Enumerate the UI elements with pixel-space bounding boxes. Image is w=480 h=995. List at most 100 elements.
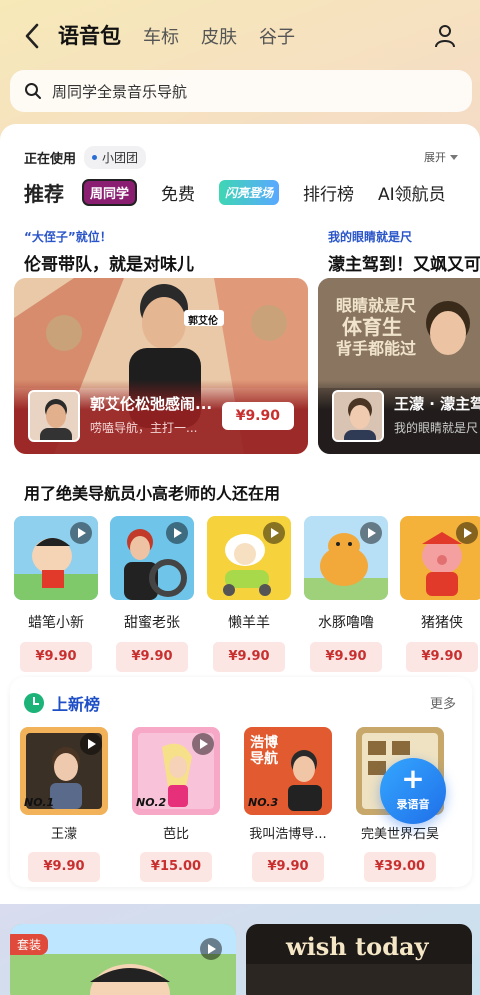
- tab-skin[interactable]: 皮肤: [201, 23, 237, 49]
- in-use-row: 正在使用 小团团: [24, 146, 147, 169]
- new-list-header: 上新榜: [24, 691, 100, 715]
- new-list-thumb: NO.2: [132, 727, 220, 815]
- also-used-name: 甜蜜老张: [124, 615, 180, 631]
- play-icon[interactable]: [192, 733, 214, 755]
- new-list-more-link[interactable]: 更多: [430, 693, 456, 712]
- category-ranking[interactable]: 排行榜: [303, 180, 354, 205]
- record-voice-button[interactable]: + 录语音: [380, 758, 446, 824]
- play-icon[interactable]: [456, 522, 478, 544]
- promo-2-banner-subtitle: 我的眼睛就是尺: [394, 421, 479, 435]
- also-used-thumb: [14, 516, 98, 600]
- also-used-price[interactable]: ¥9.90: [116, 642, 188, 672]
- search-icon: [25, 83, 41, 99]
- also-used-thumb: [207, 516, 291, 600]
- also-used-name: 蜡笔小新: [28, 615, 84, 631]
- category-zhou-tongxue[interactable]: 周同学: [82, 179, 138, 206]
- user-profile-icon[interactable]: [434, 24, 456, 48]
- also-used-name: 猪猪侠: [421, 615, 463, 631]
- category-free[interactable]: 免费: [161, 180, 195, 205]
- bottom-feed-row: 套装 wish today: [10, 924, 472, 995]
- new-list-art-text: 浩博 导航: [250, 735, 278, 767]
- plus-icon: +: [401, 762, 425, 795]
- new-list-price[interactable]: ¥9.90: [28, 852, 100, 882]
- play-icon[interactable]: [360, 522, 382, 544]
- also-used-item[interactable]: 甜蜜老张 ¥9.90: [110, 516, 194, 672]
- promo-1-heading: “大侄子”就位！ 伦哥带队，就是对味儿: [24, 228, 194, 275]
- play-icon[interactable]: [80, 733, 102, 755]
- promo-2-art-line-3: 背手都能过: [336, 339, 417, 359]
- also-used-price[interactable]: ¥9.90: [20, 642, 92, 672]
- also-used-item[interactable]: 蜡笔小新 ¥9.90: [14, 516, 98, 672]
- also-used-price[interactable]: ¥9.90: [213, 642, 285, 672]
- tab-merch[interactable]: 谷子: [259, 23, 295, 49]
- promo-2-banner[interactable]: 眼睛就是尺 体育生 背手都能过 王濛 · 濛主驾 我的眼睛就是尺: [318, 278, 480, 454]
- also-used-item[interactable]: 懒羊羊 ¥9.90: [207, 516, 291, 672]
- promo-2-avatar: [332, 390, 384, 442]
- also-used-price[interactable]: ¥9.90: [310, 642, 382, 672]
- category-tabs: 推荐 周同学 免费 闪亮登场 排行榜 AI领航员: [24, 178, 470, 207]
- promo-1-banner[interactable]: 郭艾伦 郭艾伦松弛感闹... 唠嗑导航，主打一... ¥9.90: [14, 278, 308, 454]
- rank-badge: NO.2: [136, 796, 167, 809]
- promo-2-art-line-2: 体育生: [342, 315, 402, 340]
- category-debut[interactable]: 闪亮登场: [219, 180, 280, 205]
- current-voice-chip[interactable]: 小团团: [84, 146, 147, 169]
- new-list-item[interactable]: NO.2 芭比 ¥15.00: [132, 727, 220, 882]
- new-list-thumb: NO.1: [20, 727, 108, 815]
- new-list-name: 我叫浩博导...: [249, 827, 327, 842]
- promo-2-title: 濛主驾到！又飒又可: [328, 255, 480, 275]
- also-used-item[interactable]: 猪猪侠 ¥9.90: [400, 516, 480, 672]
- new-list-name: 芭比: [162, 827, 189, 842]
- art-text-line-2: 导航: [250, 751, 278, 768]
- expand-label: 展开: [424, 151, 446, 164]
- promo-1-kicker: “大侄子”就位！: [24, 230, 112, 244]
- promo-1-title: 伦哥带队，就是对味儿: [24, 255, 194, 275]
- new-list-name: 完美世界石昊: [360, 827, 439, 842]
- promo-1-banner-title: 郭艾伦松弛感闹...: [90, 395, 213, 413]
- promo-2-banner-title: 王濛 · 濛主驾: [394, 395, 480, 413]
- top-header: 语音包 车标 皮肤 谷子 周同学全景音乐导航: [0, 0, 480, 122]
- wish-today-card[interactable]: wish today: [246, 924, 472, 995]
- back-arrow-icon[interactable]: [22, 22, 44, 50]
- play-icon[interactable]: [166, 522, 188, 544]
- rank-badge: NO.1: [24, 796, 55, 809]
- tab-car-logo[interactable]: 车标: [143, 23, 179, 49]
- play-icon[interactable]: [200, 938, 222, 960]
- new-list-price[interactable]: ¥15.00: [140, 852, 212, 882]
- bundle-card[interactable]: 套装: [10, 924, 236, 995]
- play-icon[interactable]: [263, 522, 285, 544]
- also-used-thumb: [304, 516, 388, 600]
- tab-voice-pack[interactable]: 语音包: [58, 20, 121, 50]
- also-used-title: 用了绝美导航员小高老师的人还在用: [24, 484, 281, 503]
- bundle-tag: 套装: [10, 934, 49, 955]
- also-used-item[interactable]: 水豚噜噜 ¥9.90: [304, 516, 388, 672]
- new-list-name: 王濛: [50, 827, 77, 842]
- promo-1-price-button[interactable]: ¥9.90: [221, 402, 294, 430]
- promo-1-banner-subtitle: 唠嗑导航，主打一...: [90, 421, 198, 435]
- expand-button[interactable]: 展开: [424, 149, 458, 165]
- new-list-price[interactable]: ¥39.00: [364, 852, 436, 882]
- record-voice-label: 录语音: [396, 798, 430, 811]
- new-list-item[interactable]: 浩博 导航 NO.3 我叫浩博导... ¥9.90: [244, 727, 332, 882]
- search-bar[interactable]: 周同学全景音乐导航: [10, 70, 472, 112]
- also-used-name: 水豚噜噜: [318, 615, 374, 631]
- category-ai-navigator[interactable]: AI领航员: [378, 180, 446, 205]
- also-used-name: 懒羊羊: [228, 615, 270, 631]
- also-used-thumb: [400, 516, 480, 600]
- promo-2-art-line-1: 眼睛就是尺: [336, 296, 417, 315]
- promo-2-kicker: 我的眼睛就是尺: [328, 230, 413, 244]
- also-used-price[interactable]: ¥9.90: [406, 642, 478, 672]
- top-tab-bar: 语音包 车标 皮肤 谷子: [58, 20, 295, 50]
- chevron-down-icon: [450, 154, 458, 160]
- wish-today-text: wish today: [286, 932, 429, 961]
- promo-2-art-text: 眼睛就是尺 体育生 背手都能过: [336, 296, 416, 358]
- new-list-item[interactable]: NO.1 王濛 ¥9.90: [20, 727, 108, 882]
- category-recommend[interactable]: 推荐: [24, 178, 64, 207]
- clock-icon: [24, 693, 44, 713]
- promo-1-avatar: [28, 390, 80, 442]
- current-voice-name: 小团团: [102, 151, 139, 165]
- promo-2-heading: 我的眼睛就是尺 濛主驾到！又飒又可: [328, 228, 480, 275]
- active-dot-icon: [92, 155, 98, 160]
- new-list-price[interactable]: ¥9.90: [252, 852, 324, 882]
- new-list-thumb: 浩博 导航 NO.3: [244, 727, 332, 815]
- play-icon[interactable]: [70, 522, 92, 544]
